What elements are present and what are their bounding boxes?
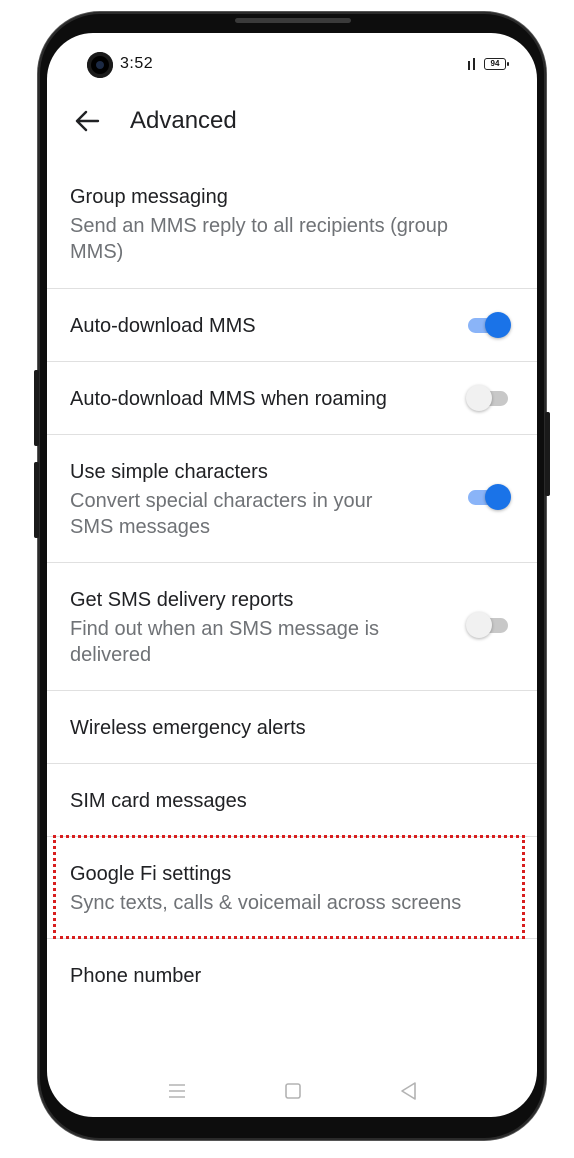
arrow-left-icon — [75, 110, 100, 132]
simple-characters-toggle[interactable] — [468, 482, 511, 512]
volume-button-lower — [34, 462, 39, 538]
phone-screen: 3:52 94 Advanced Group messaging Send an… — [47, 33, 537, 1117]
back-button[interactable] — [69, 103, 105, 139]
setting-subtitle: Sync texts, calls & voicemail across scr… — [70, 892, 462, 914]
volume-button-upper — [34, 370, 39, 446]
settings-list: Group messaging Send an MMS reply to all… — [47, 168, 537, 1019]
setting-subtitle: Find out when an SMS message is delivere… — [70, 618, 380, 666]
toggle-thumb — [466, 385, 492, 411]
toggle-thumb — [485, 484, 511, 510]
setting-delivery-reports[interactable]: Get SMS delivery reports Find out when a… — [47, 563, 537, 691]
menu-icon[interactable] — [165, 1079, 189, 1103]
earpiece-speaker — [235, 18, 351, 23]
status-time: 3:52 — [120, 55, 154, 72]
auto-download-roaming-toggle[interactable] — [466, 383, 510, 413]
setting-title: Use simple characters — [70, 461, 268, 483]
home-icon[interactable] — [281, 1079, 305, 1103]
setting-title: Group messaging — [70, 186, 228, 208]
setting-title: Phone number — [70, 965, 202, 987]
setting-title: Google Fi settings — [70, 863, 232, 885]
back-triangle-icon[interactable] — [397, 1079, 421, 1103]
app-bar: Advanced — [47, 93, 537, 153]
auto-download-mms-toggle[interactable] — [468, 310, 511, 340]
setting-subtitle: Convert special characters in your SMS m… — [70, 490, 373, 538]
setting-auto-download-mms[interactable]: Auto-download MMS — [47, 289, 537, 362]
navigation-bar — [47, 1073, 537, 1109]
setting-auto-download-roaming[interactable]: Auto-download MMS when roaming — [47, 362, 537, 435]
setting-sim-card-messages[interactable]: SIM card messages — [47, 764, 537, 837]
setting-group-messaging[interactable]: Group messaging Send an MMS reply to all… — [47, 168, 537, 289]
setting-simple-characters[interactable]: Use simple characters Convert special ch… — [47, 435, 537, 563]
status-bar: 3:52 94 — [47, 33, 537, 93]
setting-subtitle: Send an MMS reply to all recipients (gro… — [70, 215, 448, 263]
power-button — [545, 412, 550, 496]
toggle-thumb — [466, 612, 492, 638]
setting-google-fi[interactable]: Google Fi settings Sync texts, calls & v… — [47, 837, 537, 939]
delivery-reports-toggle[interactable] — [466, 610, 510, 640]
setting-title: Auto-download MMS — [70, 315, 256, 337]
signal-icon — [467, 57, 477, 75]
setting-phone-number[interactable]: Phone number — [47, 939, 537, 1019]
setting-title: Wireless emergency alerts — [70, 717, 306, 739]
front-camera — [87, 52, 113, 78]
setting-title: Get SMS delivery reports — [70, 589, 294, 611]
toggle-thumb — [485, 312, 511, 338]
page-title: Advanced — [130, 107, 237, 134]
battery-icon: 94 — [484, 58, 509, 70]
setting-title: SIM card messages — [70, 790, 247, 812]
setting-wireless-emergency-alerts[interactable]: Wireless emergency alerts — [47, 691, 537, 764]
